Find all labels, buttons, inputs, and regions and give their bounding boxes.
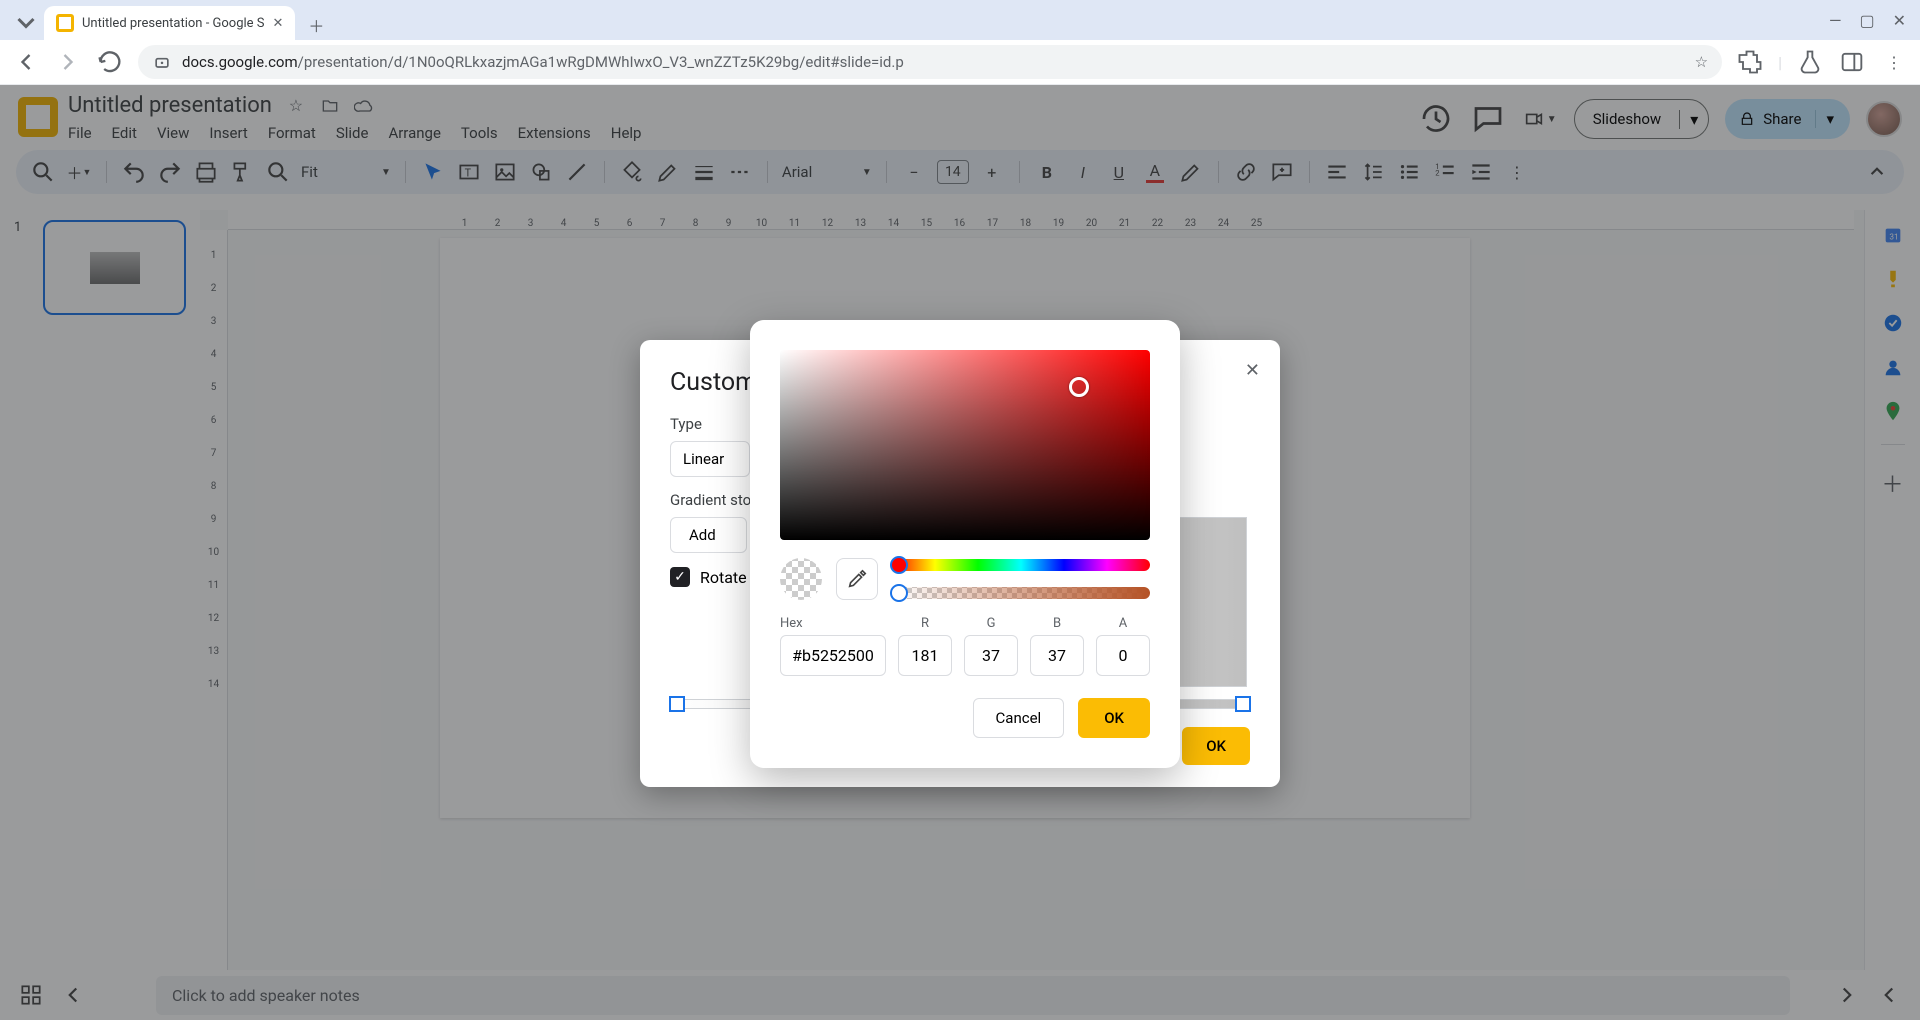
bookmark-star-icon[interactable]: ☆	[1695, 53, 1708, 71]
eyedropper-button[interactable]	[836, 558, 878, 600]
browser-tab[interactable]: Untitled presentation - Google S ✕	[44, 6, 295, 40]
browser-menu-icon[interactable]: ⋮	[1880, 48, 1908, 76]
back-button[interactable]	[12, 48, 40, 76]
minimize-icon[interactable]: —	[1829, 11, 1842, 30]
hue-thumb[interactable]	[890, 556, 908, 574]
a-input[interactable]	[1096, 635, 1150, 676]
tab-search-dropdown[interactable]	[8, 4, 44, 40]
window-controls: — ▢ ✕	[1829, 0, 1920, 40]
gradient-stop-left[interactable]	[669, 696, 685, 712]
reload-button[interactable]	[96, 48, 124, 76]
rotate-label: Rotate	[700, 568, 747, 587]
new-tab-button[interactable]: ＋	[301, 10, 331, 40]
tab-close-icon[interactable]: ✕	[273, 16, 284, 31]
alpha-slider[interactable]	[892, 587, 1150, 599]
r-input[interactable]	[898, 635, 952, 676]
close-icon[interactable]: ✕	[1245, 360, 1260, 381]
slides-favicon	[56, 14, 74, 32]
tab-strip: Untitled presentation - Google S ✕ ＋ — ▢…	[0, 0, 1920, 40]
sidepanel-icon[interactable]	[1838, 48, 1866, 76]
a-label: A	[1096, 616, 1150, 631]
type-select[interactable]: Linear	[670, 441, 750, 477]
labs-icon[interactable]	[1796, 48, 1824, 76]
tab-title: Untitled presentation - Google S	[82, 16, 265, 31]
close-window-icon[interactable]: ✕	[1893, 11, 1906, 30]
color-field[interactable]	[780, 350, 1150, 540]
color-field-cursor[interactable]	[1069, 377, 1089, 397]
current-color-swatch	[780, 558, 822, 600]
picker-cancel-button[interactable]: Cancel	[973, 698, 1065, 738]
extensions-icon[interactable]	[1736, 48, 1764, 76]
forward-button[interactable]	[54, 48, 82, 76]
hue-slider[interactable]	[892, 559, 1150, 571]
rotate-checkbox[interactable]: ✓	[670, 567, 690, 587]
omnibox[interactable]: docs.google.com/presentation/d/1N0oQRLkx…	[138, 45, 1722, 79]
b-label: B	[1030, 616, 1084, 631]
b-input[interactable]	[1030, 635, 1084, 676]
address-bar-row: docs.google.com/presentation/d/1N0oQRLkx…	[0, 40, 1920, 85]
add-stop-button[interactable]: Add	[670, 517, 747, 553]
gradient-ok-button[interactable]: OK	[1182, 727, 1250, 765]
site-info-icon[interactable]	[152, 52, 172, 72]
omnibox-url: docs.google.com/presentation/d/1N0oQRLkx…	[182, 53, 904, 71]
hex-label: Hex	[780, 616, 886, 631]
hex-input[interactable]	[780, 635, 886, 676]
g-label: G	[964, 616, 1018, 631]
maximize-icon[interactable]: ▢	[1859, 11, 1874, 30]
gradient-stop-right[interactable]	[1235, 696, 1251, 712]
color-picker-dialog: Hex R G B A Cancel OK	[750, 320, 1180, 768]
browser-chrome: Untitled presentation - Google S ✕ ＋ — ▢…	[0, 0, 1920, 85]
alpha-thumb[interactable]	[890, 584, 908, 602]
r-label: R	[898, 616, 952, 631]
g-input[interactable]	[964, 635, 1018, 676]
picker-ok-button[interactable]: OK	[1078, 698, 1150, 738]
